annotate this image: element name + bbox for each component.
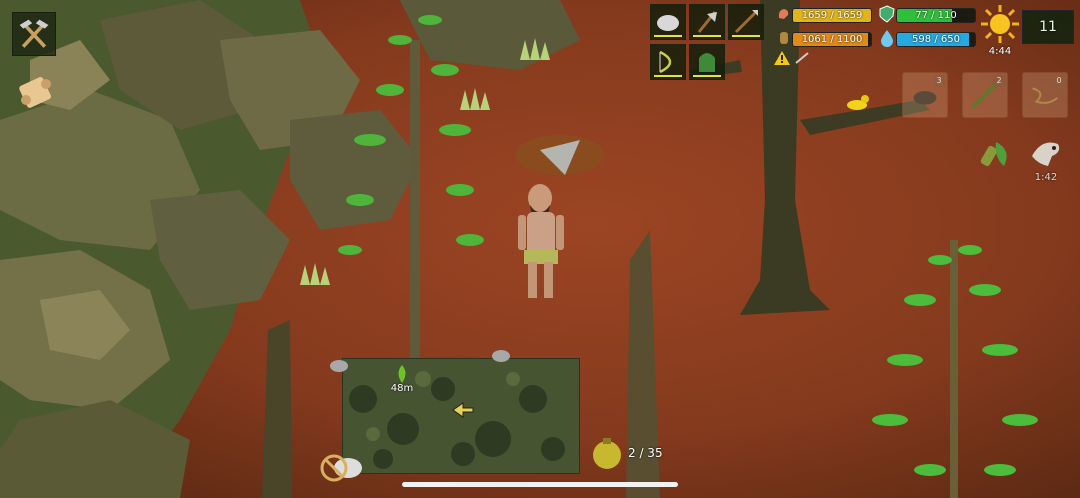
recipe-scroll-icon	[19, 77, 51, 108]
inventory-sticks[interactable]: 2	[962, 72, 1008, 118]
durability-bar	[654, 75, 682, 77]
minimap[interactable]: 48m	[342, 358, 580, 474]
water-text: 598 / 650	[912, 34, 960, 45]
water-drop-icon	[878, 29, 896, 47]
food-text: 1061 / 1100	[801, 34, 863, 45]
minimap-zoom-in[interactable]	[492, 350, 510, 362]
stone-axe-icon	[697, 11, 717, 33]
armor-text: 77 / 110	[915, 10, 957, 21]
spear-icon	[734, 10, 758, 34]
crafting-pick-axe-icon	[19, 19, 49, 48]
health-text: 1659 / 1659	[801, 10, 863, 21]
minimap-marker-icon	[395, 365, 409, 383]
durability-bar	[693, 35, 721, 37]
leaf-bandage-icon[interactable]	[978, 136, 1014, 172]
armor-bar: 77 / 110	[896, 8, 976, 23]
leaf-armor-icon	[699, 53, 715, 72]
durability-bar	[732, 35, 760, 37]
armor-shield-icon	[878, 5, 896, 23]
day-counter: 11	[1022, 10, 1074, 44]
minimap-zoom-out[interactable]	[330, 360, 348, 372]
slot-leaf-armor[interactable]	[689, 44, 725, 80]
sun-icon	[980, 4, 1020, 44]
no-hunting-icon[interactable]	[318, 450, 364, 486]
stick-count: 2	[993, 75, 1005, 87]
slot-spear[interactable]	[728, 4, 764, 40]
broken-tool-icon	[794, 50, 810, 64]
food-bar: 1061 / 1100	[792, 32, 872, 47]
slot-rock[interactable]	[650, 4, 686, 40]
bag-icon[interactable]	[590, 436, 624, 470]
durability-bar	[693, 75, 721, 77]
food-icon	[776, 30, 792, 46]
bow-icon	[659, 50, 672, 74]
rock-count: 3	[933, 75, 945, 87]
durability-bar	[654, 35, 682, 37]
warning-icon	[774, 50, 790, 65]
effect-timer: 1:42	[1034, 172, 1058, 183]
eagle-buff-icon	[1028, 136, 1064, 170]
rock-icon	[657, 15, 679, 31]
recipe-scroll-button[interactable]	[16, 72, 56, 112]
clock-time: 4:44	[988, 46, 1012, 57]
inventory-rocks[interactable]: 3	[902, 72, 948, 118]
inventory-fiber[interactable]: 0	[1022, 72, 1068, 118]
home-indicator[interactable]	[402, 482, 678, 487]
slot-bow[interactable]	[650, 44, 686, 80]
health-icon	[776, 6, 792, 22]
water-bar: 598 / 650	[896, 32, 976, 47]
day-counter-text: 11	[1039, 19, 1057, 35]
health-bar: 1659 / 1659	[792, 8, 872, 23]
bag-capacity: 2 / 35	[628, 446, 663, 460]
minimap-player-icon	[451, 401, 475, 419]
slot-stone-axe[interactable]	[689, 4, 725, 40]
dead-animal[interactable]	[515, 135, 605, 175]
minimap-distance: 48m	[390, 383, 414, 394]
fiber-count: 0	[1053, 75, 1065, 87]
crafting-button[interactable]	[12, 12, 56, 56]
